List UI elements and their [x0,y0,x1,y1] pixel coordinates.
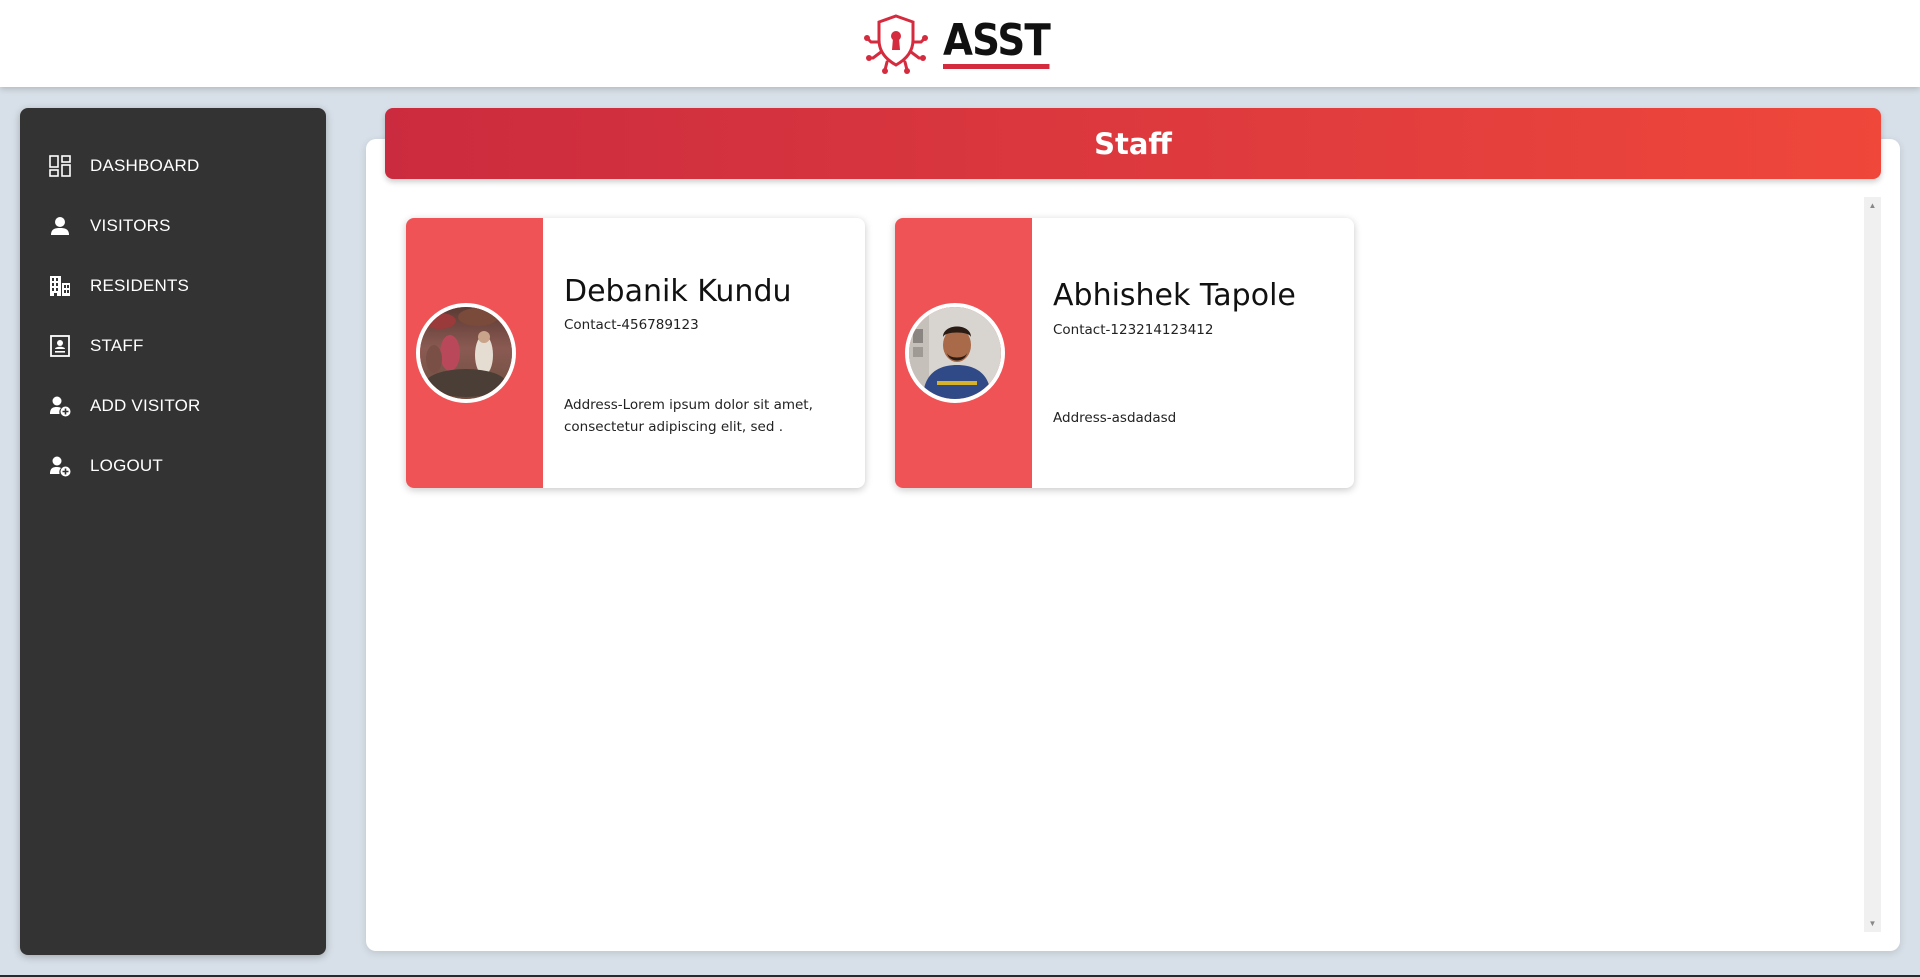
page-header: Staff [385,108,1881,179]
sidebar: DASHBOARD VISITORS RESIDENTS STAFF ADD V… [20,108,326,955]
sidebar-item-label: DASHBOARD [90,156,200,175]
sidebar-item-label: RESIDENTS [90,276,190,295]
card-accent [406,218,543,488]
sidebar-item-logout[interactable]: LOGOUT [20,436,326,496]
avatar [415,303,516,403]
dashboard-icon [49,155,71,177]
shield-keyhole-circuit-icon [863,12,929,76]
person-icon [49,215,71,237]
sidebar-item-staff[interactable]: STAFF [20,316,326,376]
card-accent [895,218,1032,488]
sidebar-item-label: LOGOUT [90,456,163,475]
staff-name: Abhishek Tapole [1053,278,1296,313]
card-body: Abhishek Tapole Contact-123214123412 Add… [1032,218,1354,488]
building-icon [49,275,71,297]
avatar [904,303,1005,403]
staff-address: Address-Lorem ipsum dolor sit amet, cons… [564,397,813,435]
scroll-up-icon[interactable]: ▲ [1864,197,1881,214]
sidebar-item-dashboard[interactable]: DASHBOARD [20,136,326,196]
brand-name: ASST [943,18,1051,69]
sidebar-item-add-visitor[interactable]: ADD VISITOR [20,376,326,436]
sidebar-item-label: STAFF [90,336,144,355]
scroll-down-icon[interactable]: ▼ [1864,915,1881,932]
staff-card[interactable]: Abhishek Tapole Contact-123214123412 Add… [895,218,1354,488]
staff-contact: Contact-456789123 [564,317,699,333]
sidebar-item-visitors[interactable]: VISITORS [20,196,326,256]
top-header: ASST [0,0,1920,87]
content-scrollbar[interactable]: ▲ ▼ [1864,197,1881,932]
staff-contact: Contact-123214123412 [1053,322,1214,338]
add-user-icon [49,395,71,417]
sidebar-item-label: ADD VISITOR [90,396,201,415]
brand-logo[interactable]: ASST [863,12,1064,76]
id-card-icon [49,335,71,357]
staff-card[interactable]: Debanik Kundu Contact-456789123 Address-… [406,218,865,488]
sidebar-item-label: VISITORS [90,216,171,235]
staff-name: Debanik Kundu [564,274,792,309]
card-body: Debanik Kundu Contact-456789123 Address-… [543,218,865,488]
staff-address: Address-asdadasd [1053,410,1177,426]
logout-user-icon [49,455,71,477]
page-title: Staff [1094,126,1172,161]
sidebar-item-residents[interactable]: RESIDENTS [20,256,326,316]
